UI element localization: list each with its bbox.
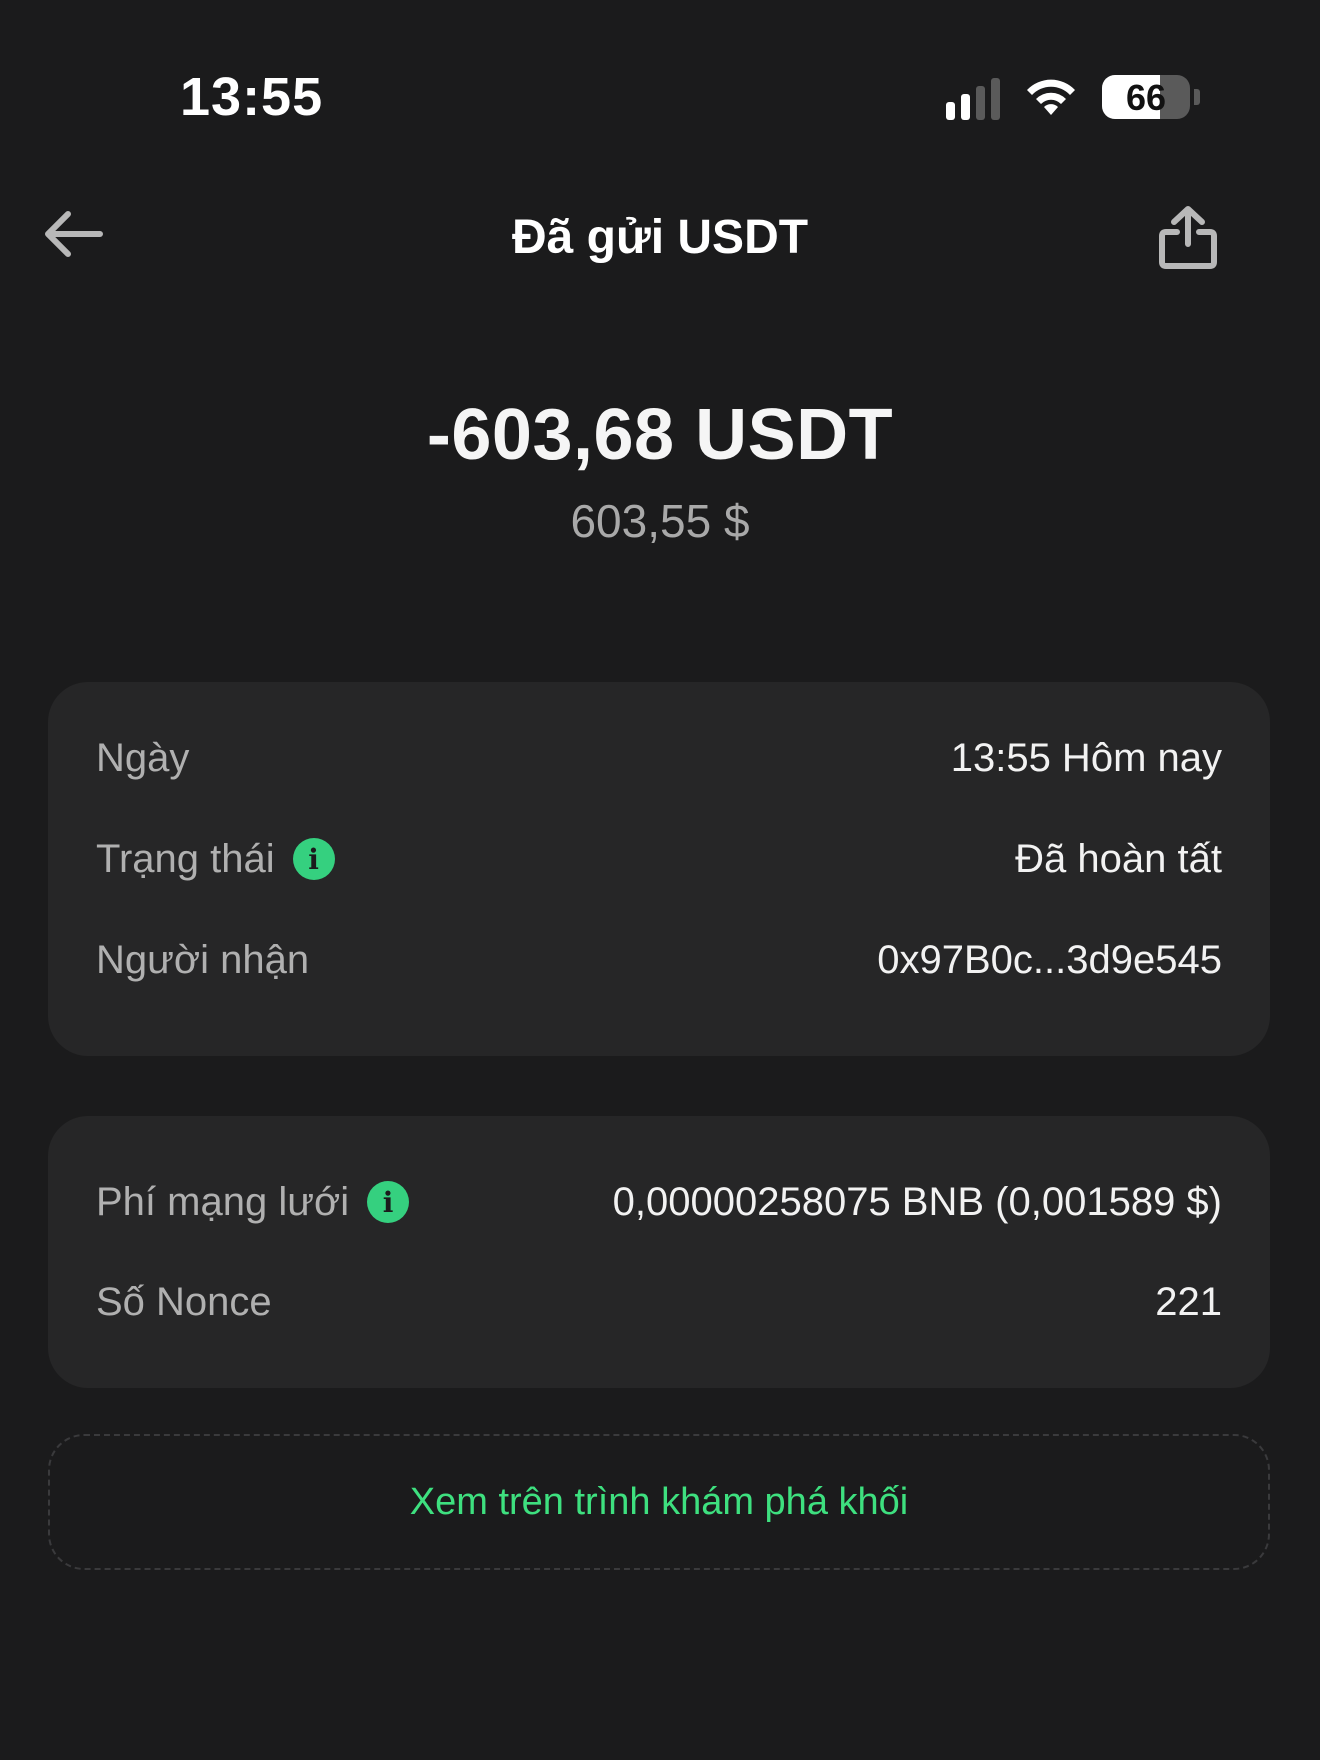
nonce-value: 221 bbox=[1155, 1279, 1222, 1324]
detail-label-text: Người nhận bbox=[96, 937, 310, 982]
share-icon bbox=[1159, 206, 1217, 269]
info-icon[interactable]: i bbox=[367, 1181, 410, 1223]
signal-bar bbox=[961, 94, 970, 120]
fee-row-network: Phí mạng lưới i 0,00000258075 BNB (0,001… bbox=[96, 1172, 1222, 1232]
fee-label: Số Nonce bbox=[96, 1280, 272, 1325]
fee-label: Phí mạng lưới i bbox=[96, 1179, 410, 1225]
signal-bar bbox=[976, 86, 985, 120]
detail-label-text: Trạng thái bbox=[96, 836, 275, 881]
detail-row-date: Ngày 13:55 Hôm nay bbox=[96, 728, 1222, 788]
page-title: Đã gửi USDT bbox=[511, 211, 809, 264]
block-explorer-link[interactable]: Xem trên trình khám phá khối bbox=[48, 1434, 1270, 1570]
fee-row-nonce: Số Nonce 221 bbox=[96, 1272, 1222, 1332]
detail-label: Trạng thái i bbox=[96, 837, 335, 882]
signal-bar bbox=[946, 102, 955, 120]
battery-icon: 66 bbox=[1102, 75, 1190, 119]
status-bar: 13:55 66 bbox=[0, 0, 1320, 150]
share-button[interactable] bbox=[1152, 198, 1224, 276]
fees-card: Phí mạng lưới i 0,00000258075 BNB (0,001… bbox=[48, 1116, 1270, 1388]
detail-label-text: Ngày bbox=[96, 735, 190, 780]
detail-value: 13:55 Hôm nay bbox=[950, 735, 1222, 780]
detail-label: Ngày bbox=[96, 736, 189, 781]
signal-bar bbox=[991, 78, 1000, 120]
detail-row-recipient[interactable]: Người nhận 0x97B0c...3d9e545 bbox=[96, 930, 1222, 990]
status-value: Đã hoàn tất bbox=[1015, 836, 1222, 881]
status-icons: 66 bbox=[946, 74, 1200, 120]
cellular-signal-icon bbox=[946, 74, 1000, 120]
battery-nub bbox=[1194, 89, 1200, 105]
network-fee-value: 0,00000258075 BNB (0,001589 $) bbox=[612, 1179, 1222, 1224]
transaction-detail-screen: 13:55 66 Đã gửi USDT -603,68 USDT 603,55… bbox=[0, 0, 1320, 1760]
fee-label-text: Phí mạng lưới bbox=[96, 1179, 350, 1224]
transaction-fiat-amount: 603,55 $ bbox=[570, 495, 750, 547]
info-icon[interactable]: i bbox=[292, 838, 335, 880]
fee-label-text: Số Nonce bbox=[96, 1279, 272, 1324]
battery-level: 66 bbox=[1125, 77, 1167, 118]
details-card: Ngày 13:55 Hôm nay Trạng thái i Đã hoàn … bbox=[48, 682, 1270, 1056]
status-time: 13:55 bbox=[180, 67, 324, 127]
detail-row-status: Trạng thái i Đã hoàn tất bbox=[96, 829, 1222, 889]
recipient-address[interactable]: 0x97B0c...3d9e545 bbox=[877, 938, 1222, 983]
navigation-bar: Đã gửi USDT bbox=[0, 190, 1320, 280]
detail-label: Người nhận bbox=[96, 938, 309, 983]
transaction-amount: -603,68 USDT bbox=[426, 395, 894, 475]
wifi-icon bbox=[1027, 79, 1075, 115]
